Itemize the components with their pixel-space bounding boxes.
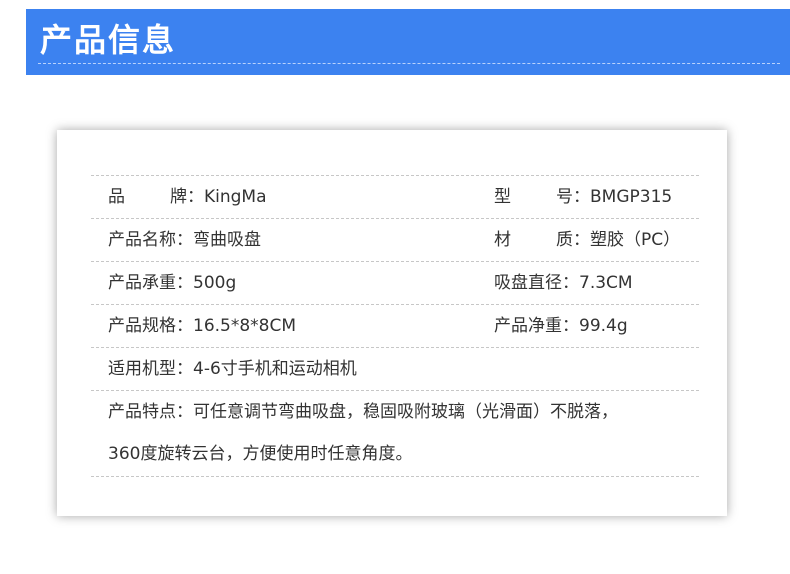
brand-field: 品牌： KingMa bbox=[108, 176, 267, 218]
suction-diameter-field: 吸盘直径：7.3CM bbox=[494, 262, 633, 304]
suction-diameter-label: 吸盘直径： bbox=[494, 273, 579, 293]
material-field: 材质： 塑胶（PC） bbox=[494, 219, 680, 261]
product-name-field: 产品名称：弯曲吸盘 bbox=[108, 219, 261, 261]
spec-row-applicable: 适用机型：4-6寸手机和运动相机 bbox=[91, 347, 699, 390]
spec-row-load-diameter: 产品承重：500g 吸盘直径：7.3CM bbox=[91, 261, 699, 304]
brand-value: KingMa bbox=[204, 187, 267, 207]
spec-row-name-material: 产品名称：弯曲吸盘 材质： 塑胶（PC） bbox=[91, 218, 699, 261]
spec-row-features-cont: 360度旋转云台，方便使用时任意角度。 bbox=[91, 433, 699, 477]
model-field: 型号： BMGP315 bbox=[494, 176, 672, 218]
brand-label: 品牌： bbox=[108, 187, 204, 207]
material-value: 塑胶（PC） bbox=[590, 230, 681, 250]
net-weight-label: 产品净重： bbox=[494, 316, 579, 336]
net-weight-value: 99.4g bbox=[579, 316, 628, 336]
net-weight-field: 产品净重：99.4g bbox=[494, 305, 628, 347]
suction-diameter-value: 7.3CM bbox=[579, 273, 633, 293]
features-line-2: 360度旋转云台，方便使用时任意角度。 bbox=[108, 444, 413, 464]
size-field: 产品规格：16.5*8*8CM bbox=[108, 305, 296, 347]
model-value: BMGP315 bbox=[590, 187, 673, 207]
header-banner: 产品信息 bbox=[26, 9, 790, 75]
product-name-value: 弯曲吸盘 bbox=[193, 230, 261, 250]
material-label: 材质： bbox=[494, 230, 590, 250]
product-name-label: 产品名称： bbox=[108, 230, 193, 250]
load-capacity-label: 产品承重： bbox=[108, 273, 193, 293]
spec-table: 品牌： KingMa 型号： BMGP315 产品名称：弯曲吸盘 材质： 塑胶（… bbox=[91, 175, 699, 477]
product-info-card: 品牌： KingMa 型号： BMGP315 产品名称：弯曲吸盘 材质： 塑胶（… bbox=[57, 130, 727, 516]
size-label: 产品规格： bbox=[108, 316, 193, 336]
applicable-value: 4-6寸手机和运动相机 bbox=[193, 359, 357, 379]
banner-dashed-divider bbox=[38, 63, 780, 64]
features-label: 产品特点： bbox=[108, 402, 193, 422]
features-line-1: 可任意调节弯曲吸盘，稳固吸附玻璃（光滑面）不脱落， bbox=[193, 402, 618, 422]
spec-row-brand-model: 品牌： KingMa 型号： BMGP315 bbox=[91, 175, 699, 218]
model-label: 型号： bbox=[494, 187, 590, 207]
spec-row-size-weight: 产品规格：16.5*8*8CM 产品净重：99.4g bbox=[91, 304, 699, 347]
page-title: 产品信息 bbox=[40, 21, 177, 59]
spec-row-features: 产品特点：可任意调节弯曲吸盘，稳固吸附玻璃（光滑面）不脱落， bbox=[91, 390, 699, 433]
load-capacity-field: 产品承重：500g bbox=[108, 262, 236, 304]
applicable-label: 适用机型： bbox=[108, 359, 193, 379]
size-value: 16.5*8*8CM bbox=[193, 316, 297, 336]
load-capacity-value: 500g bbox=[193, 273, 237, 293]
